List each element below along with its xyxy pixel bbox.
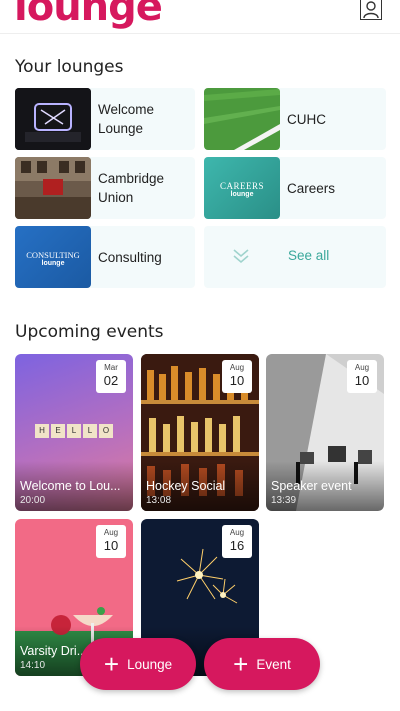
tile: L <box>83 424 97 438</box>
event-card[interactable]: Aug 10 Speaker event 13:39 <box>266 354 384 511</box>
see-all-lounges-button[interactable]: See all <box>204 226 386 288</box>
event-day: 10 <box>354 373 370 388</box>
tile: H <box>35 424 49 438</box>
event-month: Aug <box>103 528 119 537</box>
event-date-badge: Mar 02 <box>96 360 126 393</box>
lounge-card-careers[interactable]: CAREERS lounge Careers <box>204 157 386 219</box>
event-day: 16 <box>229 538 245 553</box>
lounge-name: CUHC <box>287 111 326 127</box>
event-time: 13:08 <box>146 495 172 506</box>
event-month: Aug <box>229 363 245 372</box>
event-title: Hockey Social <box>146 479 226 493</box>
thumbnail-sublabel: lounge <box>41 260 65 267</box>
add-event-button[interactable]: + Event <box>204 638 320 690</box>
event-card[interactable]: H E L L O Mar 02 Welcome to Lou... 20:00 <box>15 354 133 511</box>
event-month: Aug <box>229 528 245 537</box>
plus-icon: + <box>233 649 249 679</box>
lounge-card-cuhc[interactable]: CUHC <box>204 88 386 150</box>
lounge-card-cambridge-union[interactable]: Cambridge Union <box>15 157 195 219</box>
lounge-thumbnail <box>204 88 280 150</box>
fab-label: Event <box>256 656 291 672</box>
event-card[interactable]: Aug 10 Hockey Social 13:08 <box>141 354 259 511</box>
fab-label: Lounge <box>127 656 173 672</box>
lounge-card-consulting[interactable]: CONSULTING lounge Consulting <box>15 226 195 288</box>
event-time: 20:00 <box>20 495 46 506</box>
thumbnail-label: CAREERS <box>219 181 264 191</box>
event-day: 10 <box>229 373 245 388</box>
tile: L <box>67 424 81 438</box>
event-month: Mar <box>104 363 118 372</box>
tile: E <box>51 424 65 438</box>
event-title: Welcome to Lou... <box>20 479 121 493</box>
app-header: lounge <box>0 0 400 34</box>
plus-icon: + <box>103 649 120 679</box>
lounges-section-title: Your lounges <box>15 57 124 77</box>
event-date-badge: Aug 10 <box>222 360 252 393</box>
events-section-title: Upcoming events <box>15 322 164 342</box>
lounge-thumbnail: CAREERS lounge <box>204 157 280 219</box>
lounge-name: Cambridge Union <box>98 171 165 205</box>
event-month: Aug <box>354 363 370 372</box>
app-logo[interactable]: lounge <box>14 0 163 30</box>
thumbnail-label: CONSULTING <box>26 250 80 260</box>
see-all-label: See all <box>288 248 330 263</box>
event-day: 10 <box>103 538 119 553</box>
lounge-name: Careers <box>287 180 336 196</box>
event-title: Speaker event <box>271 479 352 493</box>
lounge-thumbnail <box>15 88 91 150</box>
double-chevron-down-icon <box>233 249 249 264</box>
event-time: 14:10 <box>20 660 46 671</box>
event-day: 02 <box>103 373 119 388</box>
profile-button[interactable] <box>360 0 382 20</box>
tile: O <box>99 424 113 438</box>
event-date-badge: Aug 16 <box>222 525 252 558</box>
event-date-badge: Aug 10 <box>347 360 377 393</box>
lounge-thumbnail: CONSULTING lounge <box>15 226 91 288</box>
user-icon <box>363 1 379 18</box>
thumbnail-sublabel: lounge <box>230 191 254 198</box>
lounge-thumbnail <box>15 157 91 219</box>
add-lounge-button[interactable]: + Lounge <box>80 638 196 690</box>
lounge-card-welcome[interactable]: Welcome Lounge <box>15 88 195 150</box>
event-date-badge: Aug 10 <box>96 525 126 558</box>
lounge-name: Consulting <box>98 249 162 265</box>
event-time: 13:39 <box>271 495 297 506</box>
lounge-name: Welcome Lounge <box>98 102 155 136</box>
scrabble-tiles: H E L L O <box>35 424 113 438</box>
